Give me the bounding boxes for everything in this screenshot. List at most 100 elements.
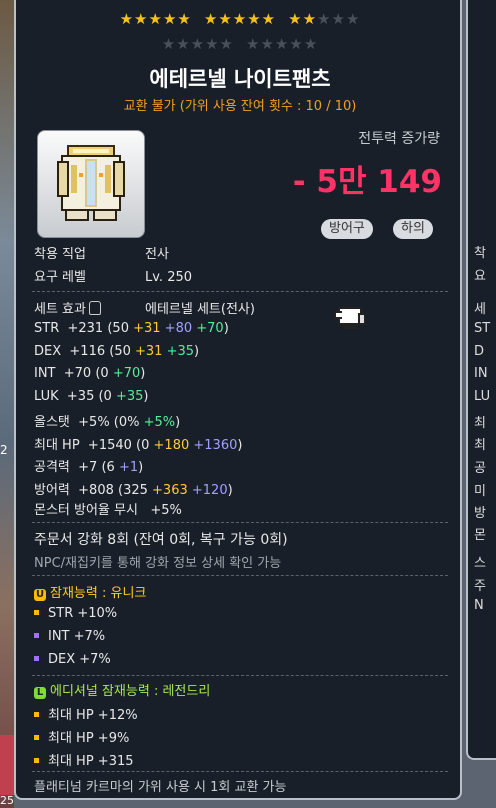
set-effect-row[interactable]: 세트 효과 에테르넬 세트(전사) — [34, 298, 255, 317]
potential-line-text: DEX +7% — [48, 652, 111, 667]
stat-total: +808 — [69, 482, 114, 498]
comparison-stat-label: LU — [474, 389, 491, 404]
comparison-stat-label: IN — [474, 366, 488, 381]
comparison-stat-label: 착 — [474, 246, 486, 261]
star-empty-icon: ★ — [331, 10, 346, 28]
bullet-icon — [34, 610, 39, 615]
required-job-label: 착용 직업 — [34, 247, 86, 262]
stat-close-paren: ) — [143, 388, 149, 404]
star-filled-icon: ★ — [203, 10, 219, 28]
star-empty-icon: ★ — [176, 35, 191, 53]
unique-grade-icon: U — [34, 589, 46, 601]
star-empty-icon: ★ — [345, 10, 361, 28]
background-scene-left — [0, 0, 14, 808]
section-divider — [32, 675, 448, 677]
stat-scroll-bonus: +120 — [187, 482, 228, 498]
star-empty-icon: ★ — [274, 35, 290, 53]
comparison-tooltip: 착 요 세 ST D IN LU 최 최 공 미 방 몬 스 주 N — [466, 0, 496, 760]
stat-additional-option: +5% — [139, 415, 176, 430]
stat-close-paren: ) — [138, 460, 144, 475]
comparison-stat-label: 미 — [474, 484, 486, 499]
star-filled-icon: ★ — [302, 10, 318, 28]
stat-base: (0 — [91, 366, 109, 381]
required-level-label: 요구 레벨 — [34, 270, 86, 285]
stat-star-force-bonus: +31 — [130, 343, 163, 359]
potential-title: 잠재능력 : 유니크 — [50, 586, 147, 601]
stat-close-paren: ) — [140, 366, 146, 381]
stat-base: (6 — [97, 460, 115, 475]
star-filled-icon: ★ — [218, 10, 233, 28]
potential-line-text: STR +10% — [48, 606, 118, 621]
comparison-stat-label: 주 — [474, 579, 486, 594]
combat-power-label: 전투력 증가량 — [358, 131, 440, 147]
required-level-row: 요구 레벨 Lv. 250 — [34, 266, 192, 285]
comparison-stat-label: 세 — [474, 302, 486, 317]
stat-close-paren: ) — [237, 437, 243, 453]
stat-row: 올스탯 +5% (0% +5%) — [34, 411, 180, 430]
star-force-row-2: ★★★★★ ★★★★★ — [16, 35, 464, 53]
bullet-icon — [34, 735, 39, 740]
stat-row: DEX +116 (50 +31 +35) — [34, 344, 199, 359]
pointer-hand-icon — [334, 307, 366, 329]
star-empty-icon: ★ — [260, 35, 275, 53]
stat-additional-option: +35 — [111, 388, 144, 404]
ignore-defense-label: 몬스터 방어율 무시 — [34, 503, 138, 518]
stat-base: (0 — [94, 388, 112, 404]
stat-base: (0 — [131, 437, 150, 453]
stat-star-force-bonus: +180 — [149, 437, 190, 453]
potential-title-row: U 잠재능력 : 유니크 — [34, 582, 146, 601]
stat-scroll-bonus: +1 — [114, 460, 139, 475]
additional-potential-title: 에디셔널 잠재능력 : 레전드리 — [50, 684, 211, 699]
star-empty-icon: ★ — [219, 35, 234, 53]
section-divider — [32, 291, 448, 293]
section-divider — [32, 522, 448, 524]
star-empty-icon: ★ — [190, 35, 206, 53]
combat-power-value: - 5만 149 — [292, 164, 442, 200]
stat-name: LUK — [34, 388, 59, 404]
potential-line: DEX +7% — [34, 652, 111, 667]
stat-row: 공격력 +7 (6 +1) — [34, 456, 143, 475]
stat-name: 방어력 — [34, 482, 70, 498]
background-scene-decoration — [0, 735, 14, 795]
stat-scroll-bonus: +1360 — [189, 437, 238, 453]
comparison-stat-label: N — [474, 598, 484, 613]
pants-icon — [57, 145, 125, 221]
required-job-value: 전사 — [145, 247, 169, 262]
item-name: 에테르넬 나이트팬츠 — [149, 67, 331, 91]
section-divider — [32, 771, 448, 773]
ignore-defense-row: 몬스터 방어율 무시 +5% — [34, 499, 182, 518]
star-filled-icon: ★ — [119, 10, 135, 28]
bullet-icon — [34, 633, 39, 638]
additional-potential-title-row: L 에디셔널 잠재능력 : 레전드리 — [34, 680, 210, 699]
stat-name: 올스탯 — [34, 415, 70, 430]
stat-scroll-bonus: +80 — [160, 321, 193, 336]
category-badge-bottom: 하의 — [393, 219, 433, 239]
stat-row: STR +231 (50 +31 +80 +70) — [34, 321, 229, 336]
star-empty-icon: ★ — [161, 35, 177, 53]
star-filled-icon: ★ — [148, 10, 163, 28]
stat-base: (50 — [103, 321, 129, 336]
potential-line: STR +10% — [34, 606, 117, 621]
stat-row: LUK +35 (0 +35) — [34, 389, 148, 404]
set-effect-value: 에테르넬 세트(전사) — [145, 302, 255, 317]
star-filled-icon: ★ — [162, 10, 178, 28]
additional-potential-line-text: 최대 HP +315 — [48, 754, 134, 769]
stat-total: +70 — [55, 366, 92, 381]
additional-potential-line: 최대 HP +12% — [34, 704, 138, 723]
stat-row: 방어력 +808 (325 +363 +120) — [34, 479, 233, 498]
comparison-stat-label: 최 — [474, 438, 486, 453]
star-empty-icon: ★ — [246, 35, 261, 53]
comparison-stat-label: ST — [474, 321, 491, 336]
stat-additional-option: +70 — [108, 366, 141, 381]
stat-name: INT — [34, 366, 56, 381]
stat-row: INT +70 (0 +70) — [34, 366, 145, 381]
stat-close-paren: ) — [194, 343, 200, 359]
stat-total: +116 — [61, 343, 106, 359]
star-empty-icon: ★ — [205, 35, 220, 53]
category-badge-armor: 방어구 — [321, 219, 373, 239]
stat-close-paren: ) — [227, 482, 233, 498]
additional-potential-line: 최대 HP +315 — [34, 750, 134, 769]
additional-potential-line-text: 최대 HP +9% — [48, 731, 130, 746]
comparison-stat-label: 최 — [474, 416, 486, 431]
comparison-stat-label: 스 — [474, 556, 486, 571]
